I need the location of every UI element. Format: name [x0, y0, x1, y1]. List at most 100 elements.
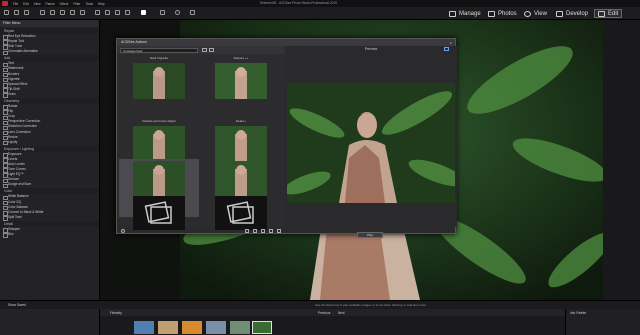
status-text: Use the Hand tool to pan available image… [315, 303, 427, 307]
action-thumbnail [133, 63, 185, 99]
preview-label: Preview [364, 47, 378, 51]
filmstrip [100, 316, 565, 335]
mode-edit-label: Edit [608, 10, 619, 17]
grid-view-icon[interactable] [202, 48, 207, 52]
menu-file[interactable]: File [13, 2, 18, 6]
filmstrip-label: Filmstrip [110, 310, 123, 315]
text-icon[interactable] [70, 10, 75, 15]
settings-icon[interactable] [190, 10, 195, 15]
show-saved-label[interactable]: Show Saved [8, 303, 26, 307]
app-logo [2, 1, 8, 6]
color-swatch-icon[interactable] [141, 10, 146, 15]
preview-image [287, 83, 455, 203]
mode-develop-label: Develop [566, 10, 589, 17]
grid-toolbar: Uncategorized [117, 46, 285, 54]
shape-icon[interactable] [80, 10, 85, 15]
mode-edit-button[interactable]: Edit [594, 9, 623, 18]
develop-icon [556, 10, 563, 17]
delete-action-icon[interactable] [269, 229, 273, 233]
manage-icon [449, 10, 456, 17]
filmstrip-thumbnail[interactable] [134, 321, 154, 334]
menu-edit[interactable]: Edit [23, 2, 29, 6]
menu-bar: File Edit View Panes Select Filter Tools… [0, 0, 640, 7]
clone-icon[interactable] [115, 10, 120, 15]
menu-filter[interactable]: Filter [73, 2, 80, 6]
right-scroll-area [603, 20, 640, 300]
layer-icon[interactable] [95, 10, 100, 15]
close-icon[interactable]: × [450, 40, 452, 45]
filmstrip-thumbnail[interactable] [158, 321, 178, 334]
filter-menu-panel: Filter Menu Repair Red Eye Reduction Repai… [0, 20, 100, 335]
play-button[interactable]: Play [357, 232, 383, 238]
mode-manage-button[interactable]: Manage [449, 9, 481, 18]
stacked-photos-icon [215, 196, 267, 230]
filter-sections: Repair Red Eye Reduction Repair Tool Skin T… [0, 28, 99, 238]
left-bottom-bar: Show Saved [0, 300, 100, 309]
zoom-icon[interactable] [160, 10, 165, 15]
action-thumbnail [215, 161, 267, 197]
action-label: Dehaze and Color Adjust [142, 119, 176, 123]
brush-icon[interactable] [60, 10, 65, 15]
action-label: Dark Vignette [149, 56, 169, 60]
settings-icon[interactable] [277, 229, 281, 233]
stacked-photos-icon [133, 196, 185, 230]
action-thumbnail [133, 126, 185, 162]
filter-menu-item[interactable]: Chromatic Aberration [0, 49, 99, 56]
save-icon[interactable] [4, 10, 9, 15]
menu-panes[interactable]: Panes [46, 2, 55, 6]
next-button[interactable]: Next [338, 311, 345, 315]
redo-icon[interactable] [24, 10, 29, 15]
mode-manage-label: Manage [459, 10, 481, 17]
mask-icon[interactable] [105, 10, 110, 15]
previous-button[interactable]: Previous [318, 311, 330, 315]
action-thumbnail [215, 126, 267, 162]
mode-photos-label: Photos [498, 10, 517, 17]
filter-menu-item[interactable]: Blur [0, 232, 99, 238]
action-thumbnail [215, 63, 267, 99]
undo-icon[interactable] [14, 10, 19, 15]
category-select[interactable]: Uncategorized [120, 47, 198, 53]
info-palette-title: Info Palette [570, 311, 587, 315]
action-label: Dehaze ++ [233, 56, 249, 60]
action-item[interactable]: Dark Vignette [119, 55, 199, 117]
filter-menu-item[interactable]: Liquify [0, 140, 99, 146]
filmstrip-header: Filmstrip Previous Next [100, 309, 640, 316]
filmstrip-thumbnail[interactable] [230, 321, 250, 334]
help-icon[interactable] [121, 229, 125, 233]
mode-view-button[interactable]: View [524, 9, 547, 18]
list-view-icon[interactable] [209, 48, 214, 52]
action-thumbnail [133, 161, 185, 197]
filmstrip-thumbnail[interactable] [182, 321, 202, 334]
menu-help[interactable]: Help [98, 2, 105, 6]
copy-action-icon[interactable] [261, 229, 265, 233]
gradient-icon[interactable] [125, 10, 130, 15]
preview-grid-icon[interactable] [444, 47, 449, 51]
menu-tools[interactable]: Tools [86, 2, 93, 6]
selection-icon[interactable] [50, 10, 55, 15]
dialog-footer [117, 227, 285, 235]
action-item[interactable]: Dehaze ++ [201, 55, 281, 117]
filmstrip-thumbnail[interactable] [206, 321, 226, 334]
mode-view-label: View [534, 10, 547, 17]
window-title: Shimmer05 - ACDSee Photo Studio Professi… [260, 1, 337, 5]
record-action-icon[interactable] [253, 229, 257, 233]
action-label: Detail + [235, 119, 247, 123]
mode-photos-button[interactable]: Photos [488, 9, 517, 18]
view-icon [524, 10, 531, 17]
filter-menu-item[interactable]: Split Tone [0, 215, 99, 221]
hand-tool-icon[interactable] [40, 10, 45, 15]
actions-grid-pane: Uncategorized Dark Vignette Dehaze ++ De… [117, 46, 285, 230]
filmstrip-thumbnail-selected[interactable] [252, 321, 272, 334]
dialog-title: ACDSee Actions [117, 39, 455, 46]
toolbar: Manage Photos View Develop Edit [0, 7, 640, 20]
mode-develop-button[interactable]: Develop [556, 9, 588, 18]
filter-menu-item[interactable]: Grain [0, 92, 99, 98]
menu-select[interactable]: Select [60, 2, 69, 6]
circle-icon[interactable] [175, 10, 180, 15]
menu-view[interactable]: View [34, 2, 41, 6]
filter-menu-item[interactable]: Dodge and Burn [0, 182, 99, 189]
photos-icon [488, 10, 495, 17]
edit-action-icon[interactable] [245, 229, 249, 233]
edit-icon [598, 10, 605, 17]
preview-pane: Preview Play [285, 46, 457, 238]
